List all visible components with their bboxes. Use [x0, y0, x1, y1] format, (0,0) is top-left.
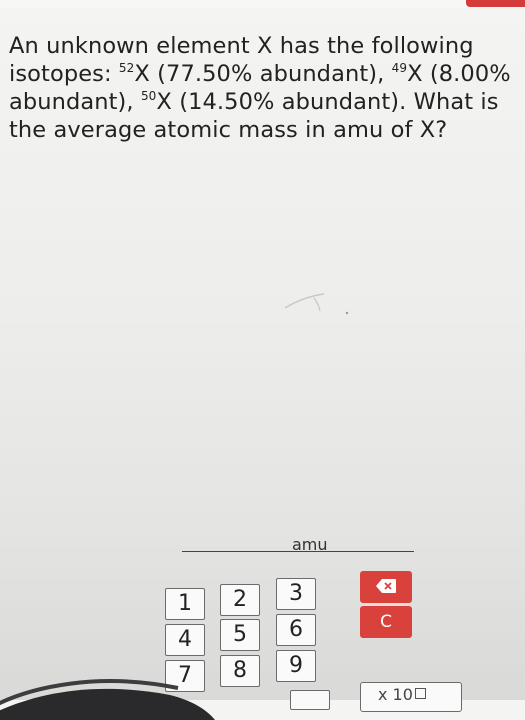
isotope-mass-50: 50 — [140, 89, 157, 103]
key-6[interactable]: 6 — [276, 614, 316, 646]
key-2[interactable]: 2 — [220, 584, 260, 616]
pen-scribble-mark — [284, 293, 349, 315]
top-accent-tab[interactable] — [466, 0, 525, 7]
answer-input-line[interactable] — [182, 551, 414, 552]
isotope-mass-52: 52 — [118, 61, 135, 75]
key-3[interactable]: 3 — [276, 578, 316, 610]
foreground-strap — [0, 679, 215, 720]
key-1[interactable]: 1 — [165, 588, 205, 620]
multiplier-label: x 10 — [378, 685, 426, 704]
exponent-box-icon — [414, 688, 426, 699]
backspace-button[interactable] — [360, 571, 412, 603]
key-0[interactable] — [290, 690, 330, 710]
question-text: An unknown element X has the following i… — [9, 33, 511, 143]
isotope-mass-49: 49 — [391, 61, 408, 75]
clear-button[interactable]: C — [360, 606, 412, 638]
key-9[interactable]: 9 — [276, 650, 316, 682]
top-bar — [0, 0, 525, 8]
backspace-icon — [376, 579, 396, 593]
